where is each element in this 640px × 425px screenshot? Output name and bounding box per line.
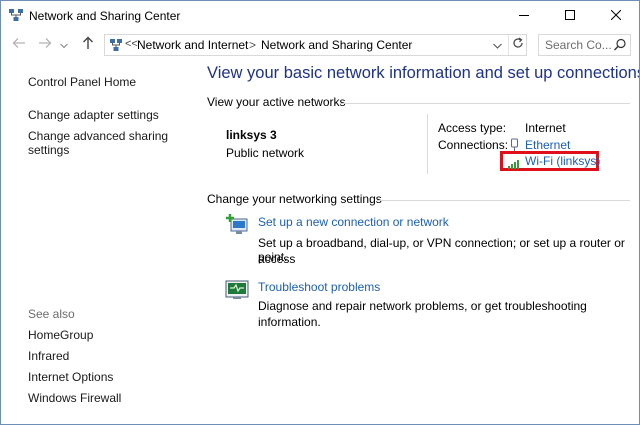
setup-new-connection-link[interactable]: Set up a new connection or network (258, 215, 449, 229)
wifi-connection-link[interactable]: Wi-Fi (linksys) (525, 154, 600, 168)
new-connection-icon (225, 213, 249, 237)
left-pane: Control Panel Home Change adapter settin… (1, 60, 197, 424)
change-advanced-sharing-settings-link-line2[interactable]: settings (28, 142, 69, 159)
address-dropdown-button[interactable] (488, 35, 506, 55)
active-networks-title: View your active networks (207, 95, 346, 109)
network-folder-icon (109, 38, 123, 52)
setup-new-connection-description-line2: point. (258, 250, 288, 264)
troubleshoot-problems-description: Diagnose and repair network problems, or… (258, 299, 587, 329)
refresh-button[interactable] (508, 35, 527, 55)
troubleshoot-icon (225, 278, 249, 302)
search-box[interactable]: Search Co... (538, 34, 631, 56)
arrow-up-icon (82, 36, 94, 55)
chevron-down-icon (492, 36, 502, 54)
divider (427, 114, 428, 174)
troubleshoot-problems-link[interactable]: Troubleshoot problems (258, 280, 380, 294)
minimize-button[interactable] (501, 1, 547, 31)
navigation-bar: << Network and Internet > Network and Sh… (1, 31, 639, 60)
connections-label: Connections: (438, 138, 509, 152)
homegroup-link[interactable]: HomeGroup (28, 327, 93, 344)
close-icon (610, 7, 622, 25)
network-name: linksys 3 (226, 128, 277, 142)
network-type-link[interactable]: Public network (226, 146, 304, 160)
search-icon[interactable] (613, 38, 627, 52)
recent-locations-button[interactable] (58, 36, 70, 54)
control-panel-home-link[interactable]: Control Panel Home (28, 74, 136, 91)
breadcrumb-network-and-internet[interactable]: Network and Internet (137, 38, 248, 52)
refresh-icon (512, 36, 524, 54)
wifi-signal-icon (508, 156, 521, 169)
see-also-label: See also (28, 307, 75, 321)
maximize-button[interactable] (547, 1, 593, 31)
windows-firewall-link[interactable]: Windows Firewall (28, 390, 121, 407)
arrow-right-icon (38, 36, 52, 54)
main-content: View your basic network information and … (197, 60, 639, 424)
maximize-icon (565, 7, 575, 25)
access-type-value: Internet (525, 121, 566, 135)
divider (340, 103, 630, 104)
breadcrumb-overflow[interactable]: << (125, 38, 138, 50)
chevron-down-icon (60, 36, 68, 54)
ethernet-icon (510, 138, 519, 152)
back-button[interactable] (10, 36, 28, 54)
change-adapter-settings-link[interactable]: Change adapter settings (28, 107, 159, 124)
divider (377, 200, 630, 201)
page-title: View your basic network information and … (207, 64, 640, 82)
internet-options-link[interactable]: Internet Options (28, 369, 113, 386)
infrared-link[interactable]: Infrared (28, 348, 69, 365)
change-networking-settings-title: Change your networking settings (207, 192, 382, 206)
minimize-icon (519, 7, 529, 25)
forward-button[interactable] (36, 36, 54, 54)
network-center-icon (9, 9, 23, 22)
window: Network and Sharing Center << Network an… (0, 0, 640, 425)
access-type-label: Access type: (438, 121, 507, 135)
address-bar[interactable]: << Network and Internet > Network and Sh… (104, 34, 527, 56)
breadcrumb-separator[interactable]: > (249, 38, 256, 52)
up-button[interactable] (79, 36, 97, 54)
window-title: Network and Sharing Center (29, 9, 181, 23)
title-bar: Network and Sharing Center (1, 1, 639, 31)
ethernet-connection-link[interactable]: Ethernet (525, 138, 570, 152)
arrow-left-icon (12, 36, 26, 54)
breadcrumb-network-and-sharing-center[interactable]: Network and Sharing Center (261, 38, 412, 52)
search-input[interactable]: Search Co... (545, 38, 612, 52)
close-button[interactable] (593, 1, 639, 31)
